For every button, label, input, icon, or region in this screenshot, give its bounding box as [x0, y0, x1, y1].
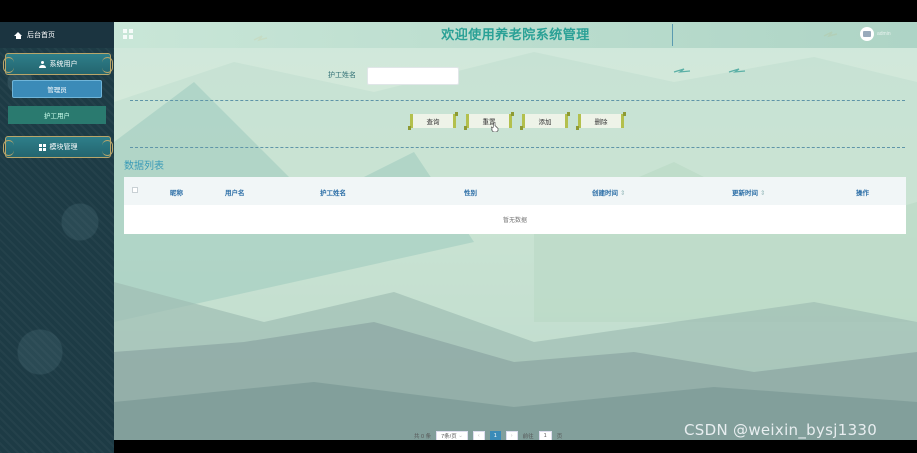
- search-label: 护工姓名: [328, 72, 356, 79]
- total-count: 共 0 条: [414, 434, 432, 440]
- empty-state: 暂无数据: [502, 218, 527, 224]
- user-name[interactable]: admin: [877, 31, 891, 37]
- sidebar-item-caregiver-users[interactable]: 护工用户: [8, 106, 106, 124]
- goto-label: 前往: [522, 434, 534, 440]
- select-all-checkbox[interactable]: [132, 187, 138, 193]
- delete-button[interactable]: 删除: [576, 112, 626, 130]
- list-title: 数据列表: [124, 161, 164, 172]
- divider: [130, 100, 905, 101]
- grid-icon: [38, 143, 46, 151]
- sort-icon[interactable]: ⇕: [760, 190, 765, 197]
- user-icon: [38, 60, 46, 68]
- column-header-sortable[interactable]: 更新时间 ⇕: [732, 187, 765, 197]
- image-icon: [863, 31, 871, 37]
- query-button[interactable]: 查询: [408, 112, 458, 130]
- reset-button[interactable]: 重置: [464, 112, 514, 130]
- next-page-button[interactable]: ›: [505, 431, 518, 440]
- window-top-bar: [0, 0, 917, 22]
- page-title: 欢迎使用养老院系统管理: [441, 27, 590, 42]
- column-header: 用户名: [225, 190, 245, 197]
- sidebar-item-admin[interactable]: 管理员: [12, 80, 102, 98]
- sidebar: 后台首页 系统用户 管理员 护工用户 模块管理: [0, 22, 114, 453]
- main-content: 欢迎使用养老院系统管理 admin 护工姓名 查询 重置 添加 删除 数据列表 …: [114, 22, 917, 440]
- column-header-label: 创建时间: [592, 190, 618, 197]
- add-button[interactable]: 添加: [520, 112, 570, 130]
- home-icon: [14, 31, 22, 39]
- pagination: 共 0 条 7条/页 ⌄ ‹ 1 › 前往 1 页: [414, 430, 562, 440]
- sidebar-item-label: 护工用户: [44, 113, 70, 120]
- prev-page-button[interactable]: ‹: [472, 431, 485, 440]
- sidebar-home-item[interactable]: 后台首页: [0, 22, 114, 48]
- table-header: 昵称 用户名 护工姓名 性别 创建时间 ⇕ 更新时间 ⇕ 操作: [124, 177, 906, 205]
- column-header: 性别: [464, 190, 477, 197]
- avatar[interactable]: [860, 27, 874, 41]
- page-number[interactable]: 1: [489, 431, 501, 440]
- chevron-down-icon: ⌄: [458, 433, 463, 439]
- page-size-value: 7条/页: [441, 434, 457, 440]
- column-header-sortable[interactable]: 创建时间 ⇕: [592, 187, 625, 197]
- watermark: CSDN @weixin_bysj1330: [684, 421, 878, 439]
- sidebar-menu-system-users[interactable]: 系统用户: [3, 53, 113, 75]
- page-unit: 页: [556, 434, 563, 440]
- divider: [130, 147, 905, 148]
- page-size-select[interactable]: 7条/页 ⌄: [436, 431, 468, 440]
- sort-icon[interactable]: ⇕: [620, 190, 625, 197]
- data-table: 昵称 用户名 护工姓名 性别 创建时间 ⇕ 更新时间 ⇕ 操作 暂无数据: [124, 177, 906, 234]
- column-header-label: 更新时间: [732, 190, 758, 197]
- header-divider: [672, 24, 673, 46]
- sidebar-menu-label: 系统用户: [49, 61, 78, 68]
- column-header: 昵称: [170, 190, 183, 197]
- hand-cursor-icon: [491, 122, 499, 132]
- column-header: 护工姓名: [320, 190, 346, 197]
- sidebar-item-label: 管理员: [47, 87, 67, 94]
- goto-page-input[interactable]: 1: [538, 431, 552, 440]
- sidebar-menu-label: 模块管理: [49, 144, 78, 151]
- sidebar-home-label: 后台首页: [27, 32, 55, 39]
- sidebar-menu-module-management[interactable]: 模块管理: [3, 136, 113, 158]
- caregiver-name-input[interactable]: [367, 67, 459, 85]
- column-header: 操作: [856, 190, 869, 197]
